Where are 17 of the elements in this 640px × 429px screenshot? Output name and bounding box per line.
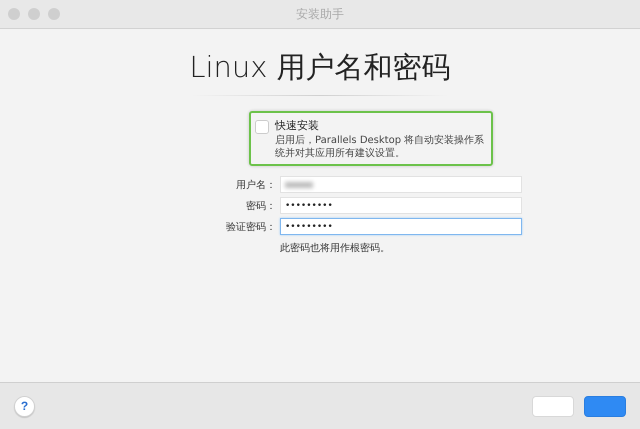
password-field[interactable]: ••••••••• <box>280 218 522 235</box>
window-title: 安装助手 <box>296 6 344 22</box>
hint-text: 此密码也将用作根密码。 <box>280 242 391 255</box>
page-heading: Linux 用户名和密码 <box>189 49 451 85</box>
field-label: 验证密码： <box>226 220 276 234</box>
password-field[interactable]: ••••••••• <box>280 197 522 214</box>
field-label: 用户名： <box>235 178 276 192</box>
field-label: 密码： <box>245 200 276 212</box>
button[interactable] <box>584 396 626 416</box>
help-button[interactable]: ? <box>14 396 35 416</box>
description-text: 启用后，Parallels Desktop 将自动安装操作系统并对其应用所有建议设置。 <box>275 134 486 160</box>
checkbox-label: 快速安装 <box>275 118 320 134</box>
text-field[interactable] <box>280 176 522 193</box>
minimize-button[interactable] <box>28 8 40 20</box>
checkbox[interactable] <box>255 120 269 134</box>
zoom-button[interactable] <box>48 8 60 20</box>
close-button[interactable] <box>8 8 20 20</box>
